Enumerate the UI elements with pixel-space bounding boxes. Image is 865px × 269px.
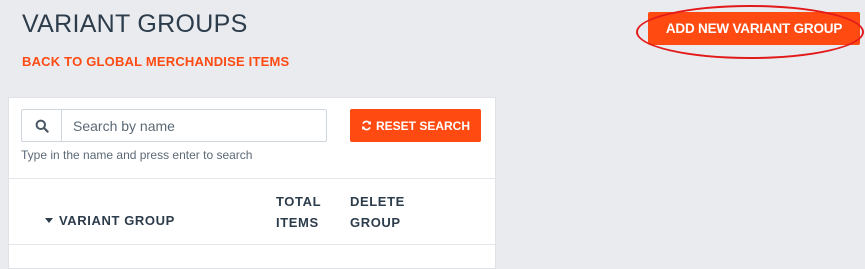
reset-search-label: RESET SEARCH: [375, 118, 470, 133]
page-title: VARIANT GROUPS: [22, 10, 248, 38]
reset-search-button[interactable]: RESET SEARCH: [350, 109, 481, 142]
column-header-variant-group[interactable]: VARIANT GROUP: [45, 210, 175, 231]
column-header-total-line2: ITEMS: [276, 215, 319, 230]
table-header-border: [9, 244, 495, 245]
back-to-global-merchandise-link[interactable]: BACK TO GLOBAL MERCHANDISE ITEMS: [22, 54, 289, 69]
column-header-total-items: TOTAL ITEMS: [276, 191, 321, 233]
column-header-variant-group-label: VARIANT GROUP: [59, 213, 175, 228]
add-new-variant-group-button[interactable]: ADD NEW VARIANT GROUP: [648, 12, 860, 45]
column-header-delete-group: DELETE GROUP: [350, 191, 405, 233]
search-box: [21, 109, 327, 142]
sort-descending-icon: [45, 217, 53, 223]
refresh-icon: [362, 120, 371, 131]
column-header-total-line1: TOTAL: [276, 194, 322, 209]
column-header-delete-line2: GROUP: [350, 215, 401, 230]
variant-groups-panel: Type in the name and press enter to sear…: [8, 97, 496, 269]
search-icon[interactable]: [22, 110, 62, 141]
search-help-text: Type in the name and press enter to sear…: [21, 148, 253, 162]
column-header-delete-line1: DELETE: [350, 194, 405, 209]
search-input[interactable]: [62, 110, 326, 141]
divider: [9, 178, 495, 179]
